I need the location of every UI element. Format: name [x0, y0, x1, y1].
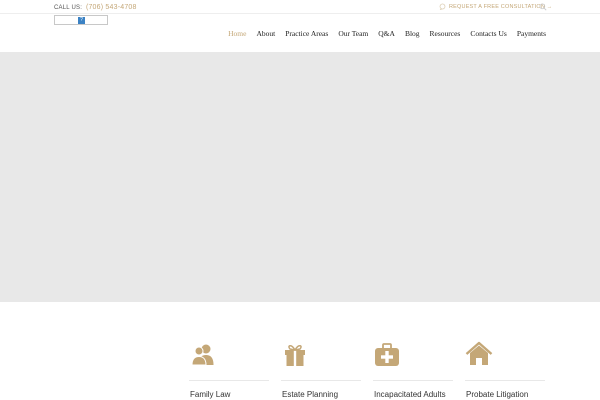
chat-icon [439, 3, 446, 10]
nav-about[interactable]: About [256, 29, 275, 38]
divider [189, 380, 269, 381]
house-icon [465, 341, 493, 365]
nav-resources[interactable]: Resources [430, 29, 461, 38]
medical-kit-icon [375, 343, 399, 366]
practice-area-label: Incapacitated Adults [374, 390, 446, 399]
practice-area-incapacitated-adults[interactable]: Incapacitated Adults [373, 340, 453, 400]
divider [281, 380, 361, 381]
practice-area-label: Probate Litigation [466, 390, 529, 399]
main-nav: Home About Practice Areas Our Team Q&A B… [228, 29, 546, 38]
divider [465, 380, 545, 381]
practice-area-label: Estate Planning [282, 390, 339, 399]
nav-our-team[interactable]: Our Team [338, 29, 368, 38]
gift-icon [285, 345, 305, 366]
top-bar: CALL US: (706) 543-4708 REQUEST A FREE C… [0, 0, 600, 14]
nav-contacts-us[interactable]: Contacts Us [470, 29, 506, 38]
phone-number-link[interactable]: (706) 543-4708 [86, 4, 137, 11]
broken-image-icon: ? [78, 17, 85, 24]
site-logo[interactable]: ? [54, 15, 108, 25]
divider [373, 380, 453, 381]
nav-payments[interactable]: Payments [517, 29, 546, 38]
call-us: CALL US: (706) 543-4708 [54, 4, 137, 11]
nav-blog[interactable]: Blog [405, 29, 420, 38]
practice-area-family-law[interactable]: Family Law [189, 340, 269, 400]
practice-areas: Family Law Estate Planning Incapacitated… [189, 340, 557, 400]
practice-area-probate-litigation[interactable]: Probate Litigation [465, 340, 545, 400]
hero-banner [0, 52, 600, 302]
practice-area-label: Family Law [190, 390, 231, 399]
practice-area-estate-planning[interactable]: Estate Planning [281, 340, 361, 400]
nav-practice-areas[interactable]: Practice Areas [285, 29, 328, 38]
request-consultation-label: REQUEST A FREE CONSULTATION → [449, 3, 553, 10]
search-icon[interactable] [539, 3, 547, 11]
nav-home[interactable]: Home [228, 29, 246, 38]
people-icon [191, 344, 214, 366]
nav-qa[interactable]: Q&A [378, 29, 395, 38]
call-us-label: CALL US: [54, 5, 83, 11]
request-consultation-link[interactable]: REQUEST A FREE CONSULTATION → [439, 3, 553, 10]
